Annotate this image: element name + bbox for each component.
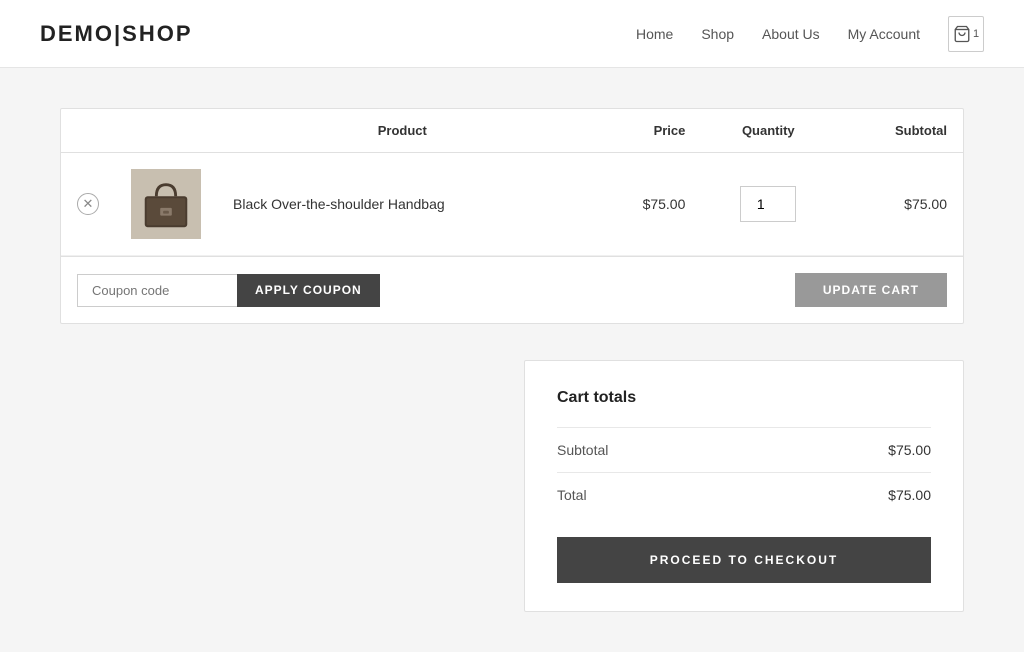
col-remove (61, 109, 115, 153)
remove-cell: ✕ (61, 153, 115, 256)
product-name: Black Over-the-shoulder Handbag (233, 196, 445, 212)
apply-coupon-button[interactable]: APPLY COUPON (237, 274, 380, 307)
subtotal-label: Subtotal (557, 442, 608, 458)
cart-table: Product Price Quantity Subtotal ✕ (61, 109, 963, 256)
logo-demo: DEMO (40, 21, 114, 46)
nav-account[interactable]: My Account (848, 26, 920, 42)
nav-about[interactable]: About Us (762, 26, 820, 42)
handbag-illustration (137, 175, 195, 233)
cart-totals-box: Cart totals Subtotal $75.00 Total $75.00… (524, 360, 964, 612)
total-value: $75.00 (888, 487, 931, 503)
col-product-img (115, 109, 217, 153)
site-logo[interactable]: DEMO|SHOP (40, 21, 193, 47)
proceed-to-checkout-button[interactable]: PROCEED TO CHECKOUT (557, 537, 931, 583)
col-price-header: Price (588, 109, 702, 153)
subtotal-row: Subtotal $75.00 (557, 427, 931, 472)
total-label: Total (557, 487, 587, 503)
subtotal-value: $75.00 (888, 442, 931, 458)
col-subtotal-header: Subtotal (835, 109, 963, 153)
update-cart-button[interactable]: UPDATE CART (795, 273, 947, 307)
quantity-input[interactable] (740, 186, 796, 222)
cart-count-badge: 1 (973, 28, 979, 40)
coupon-group: APPLY COUPON (77, 274, 380, 307)
total-row: Total $75.00 (557, 472, 931, 517)
logo-shop: SHOP (122, 21, 192, 46)
cart-bag-icon (953, 25, 971, 43)
cart-actions-row: APPLY COUPON UPDATE CART (61, 256, 963, 323)
cart-icon-button[interactable]: 1 (948, 16, 984, 52)
logo-separator: | (114, 21, 122, 46)
nav-home[interactable]: Home (636, 26, 673, 42)
remove-item-button[interactable]: ✕ (77, 193, 99, 215)
col-product-header: Product (217, 109, 588, 153)
product-price-cell: $75.00 (588, 153, 702, 256)
product-name-cell: Black Over-the-shoulder Handbag (217, 153, 588, 256)
product-subtotal-cell: $75.00 (835, 153, 963, 256)
main-nav: Home Shop About Us My Account 1 (636, 16, 984, 52)
product-image-cell (115, 153, 217, 256)
col-quantity-header: Quantity (701, 109, 835, 153)
product-quantity-cell (701, 153, 835, 256)
cart-totals-section: Cart totals Subtotal $75.00 Total $75.00… (60, 360, 964, 612)
table-row: ✕ (61, 153, 963, 256)
product-thumbnail (131, 169, 201, 239)
cart-totals-title: Cart totals (557, 389, 931, 407)
coupon-input[interactable] (77, 274, 237, 307)
nav-shop[interactable]: Shop (701, 26, 734, 42)
cart-table-container: Product Price Quantity Subtotal ✕ (60, 108, 964, 324)
